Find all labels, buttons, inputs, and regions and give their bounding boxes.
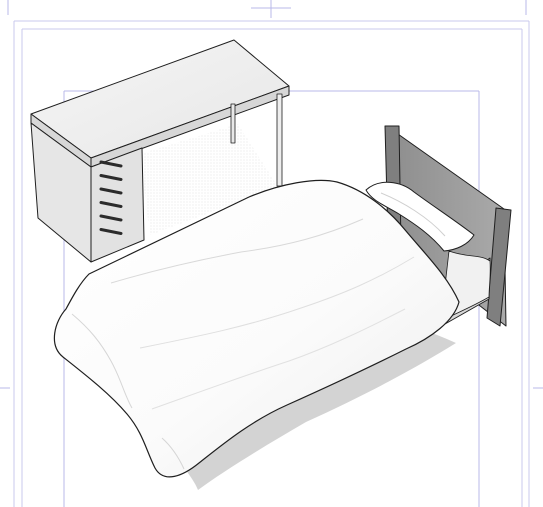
desk-leg-back xyxy=(230,103,236,144)
sketch-canvas xyxy=(0,0,543,507)
furniture-scene xyxy=(0,0,543,507)
desk-leg-front xyxy=(276,93,283,187)
